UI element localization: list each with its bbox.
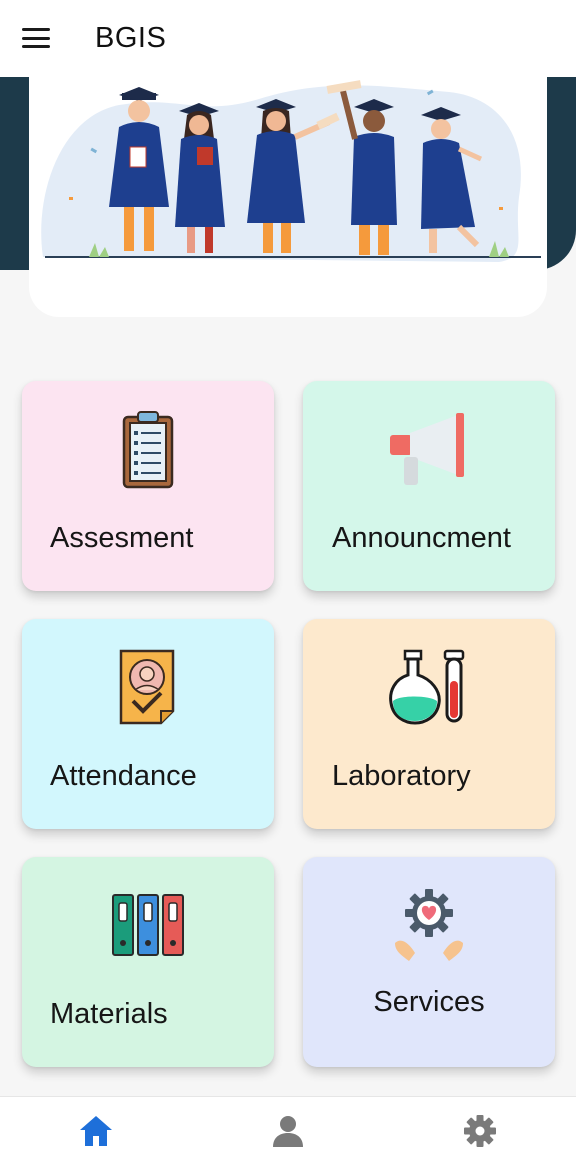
tile-announcement[interactable]: Announcment — [303, 381, 555, 591]
tile-services[interactable]: Services — [303, 857, 555, 1067]
megaphone-icon — [390, 413, 464, 485]
tile-materials[interactable]: Materials — [22, 857, 274, 1067]
flask-test-tube-icon — [389, 649, 465, 725]
graduates-illustration — [41, 80, 541, 262]
banner-card — [29, 77, 547, 317]
gear-heart-hands-icon — [395, 889, 463, 961]
tile-label: Services — [373, 986, 485, 1018]
tile-assessment[interactable]: Assesment — [22, 381, 274, 591]
home-icon[interactable] — [78, 1113, 114, 1149]
profile-icon[interactable] — [270, 1113, 306, 1149]
app-bar: BGIS — [0, 0, 576, 77]
tile-attendance[interactable]: Attendance — [22, 619, 274, 829]
binders-icon — [112, 894, 184, 956]
tile-label: Laboratory — [332, 760, 471, 792]
clipboard-icon — [122, 411, 174, 489]
app-title: BGIS — [95, 22, 167, 54]
tile-label: Assesment — [50, 522, 194, 554]
hamburger-menu-icon[interactable] — [20, 26, 52, 50]
tile-label: Attendance — [50, 760, 197, 792]
tile-laboratory[interactable]: Laboratory — [303, 619, 555, 829]
tile-label: Announcment — [332, 522, 511, 554]
bottom-navigation — [0, 1096, 576, 1163]
tile-label: Materials — [50, 998, 168, 1030]
person-check-icon — [119, 649, 175, 725]
settings-gear-icon[interactable] — [462, 1113, 498, 1149]
